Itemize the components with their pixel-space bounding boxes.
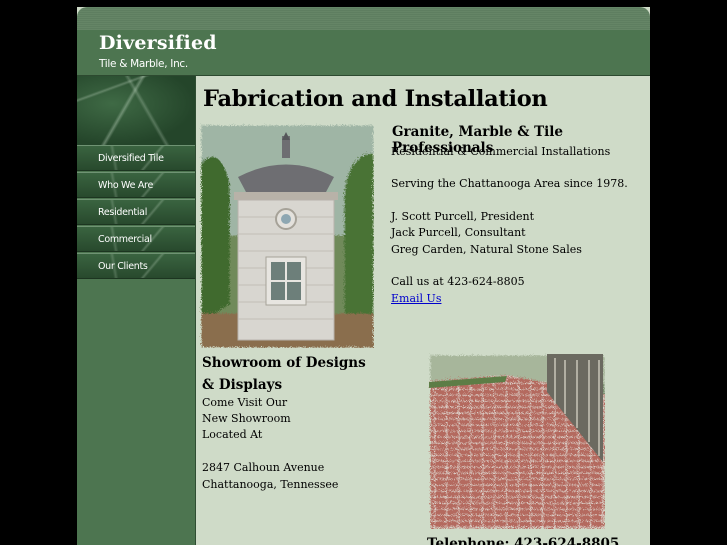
nav-item-our-clients[interactable]: Our Clients [77, 253, 195, 279]
brand-subtitle: Tile & Marble, Inc. [99, 58, 188, 70]
located-text: Located At [202, 428, 263, 441]
consultant-text: Jack Purcell, Consultant [391, 226, 526, 239]
top-stripe-bar [77, 7, 650, 30]
page-title: Fabrication and Installation [203, 86, 548, 112]
brick-patio-photo [427, 352, 605, 529]
telephone-heading: Telephone: 423-624-8805 [427, 536, 620, 545]
stone-building-photo [198, 122, 374, 348]
street-address: 2847 Calhoun Avenue [202, 461, 325, 474]
sidebar: Diversified Tile Who We Are Residential … [77, 76, 196, 545]
site-header: Diversified Tile & Marble, Inc. [77, 30, 650, 76]
city-state: Chattanooga, Tennessee [202, 478, 339, 491]
installations-text: Residential & Commercial Installations [391, 145, 611, 158]
nav-item-diversified-tile[interactable]: Diversified Tile [77, 145, 195, 171]
serving-area-text: Serving the Chattanooga Area since 1978. [391, 177, 628, 190]
page-frame: Diversified Tile & Marble, Inc. Diversif… [77, 7, 650, 545]
nav-item-who-we-are[interactable]: Who We Are [77, 172, 195, 198]
email-us-link[interactable]: Email Us [391, 292, 441, 305]
brand-name[interactable]: Diversified [99, 32, 217, 54]
new-showroom-text: New Showroom [202, 412, 291, 425]
president-text: J. Scott Purcell, President [391, 210, 535, 223]
visit-text: Come Visit Our [202, 396, 288, 409]
sales-text: Greg Carden, Natural Stone Sales [391, 243, 582, 256]
phone-text: Call us at 423-624-8805 [391, 275, 525, 288]
showroom-heading: Showroom of Designs & Displays [202, 355, 366, 393]
marble-image [77, 76, 195, 145]
nav-item-residential[interactable]: Residential [77, 199, 195, 225]
nav-item-commercial[interactable]: Commercial [77, 226, 195, 252]
